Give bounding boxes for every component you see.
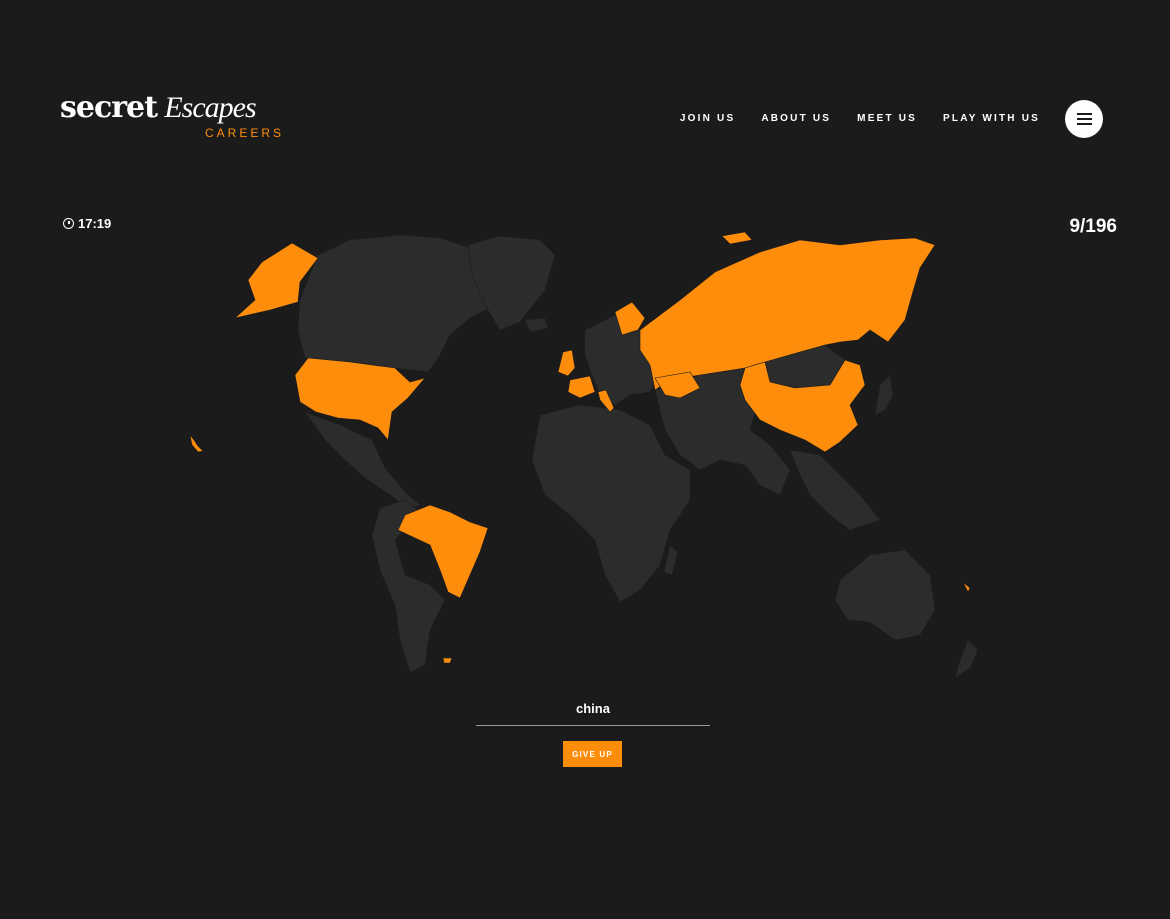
country-japan <box>874 374 894 416</box>
country-hawaii <box>189 434 204 453</box>
country-usa <box>294 357 426 441</box>
country-svalbard <box>721 231 753 245</box>
country-iceland <box>524 317 549 333</box>
country-madagascar <box>663 544 679 576</box>
give-up-button[interactable]: GIVE UP <box>563 741 622 767</box>
country-australia <box>834 549 936 641</box>
answer-input[interactable] <box>476 692 710 726</box>
country-mexico <box>304 411 421 511</box>
country-falklands <box>442 657 453 664</box>
country-new-caledonia <box>962 581 971 593</box>
country-uk <box>557 349 576 377</box>
country-new-zealand <box>954 639 979 679</box>
world-map <box>189 231 979 679</box>
region-southeast-asia <box>789 449 881 531</box>
country-france <box>567 375 596 399</box>
country-greenland <box>467 235 556 331</box>
